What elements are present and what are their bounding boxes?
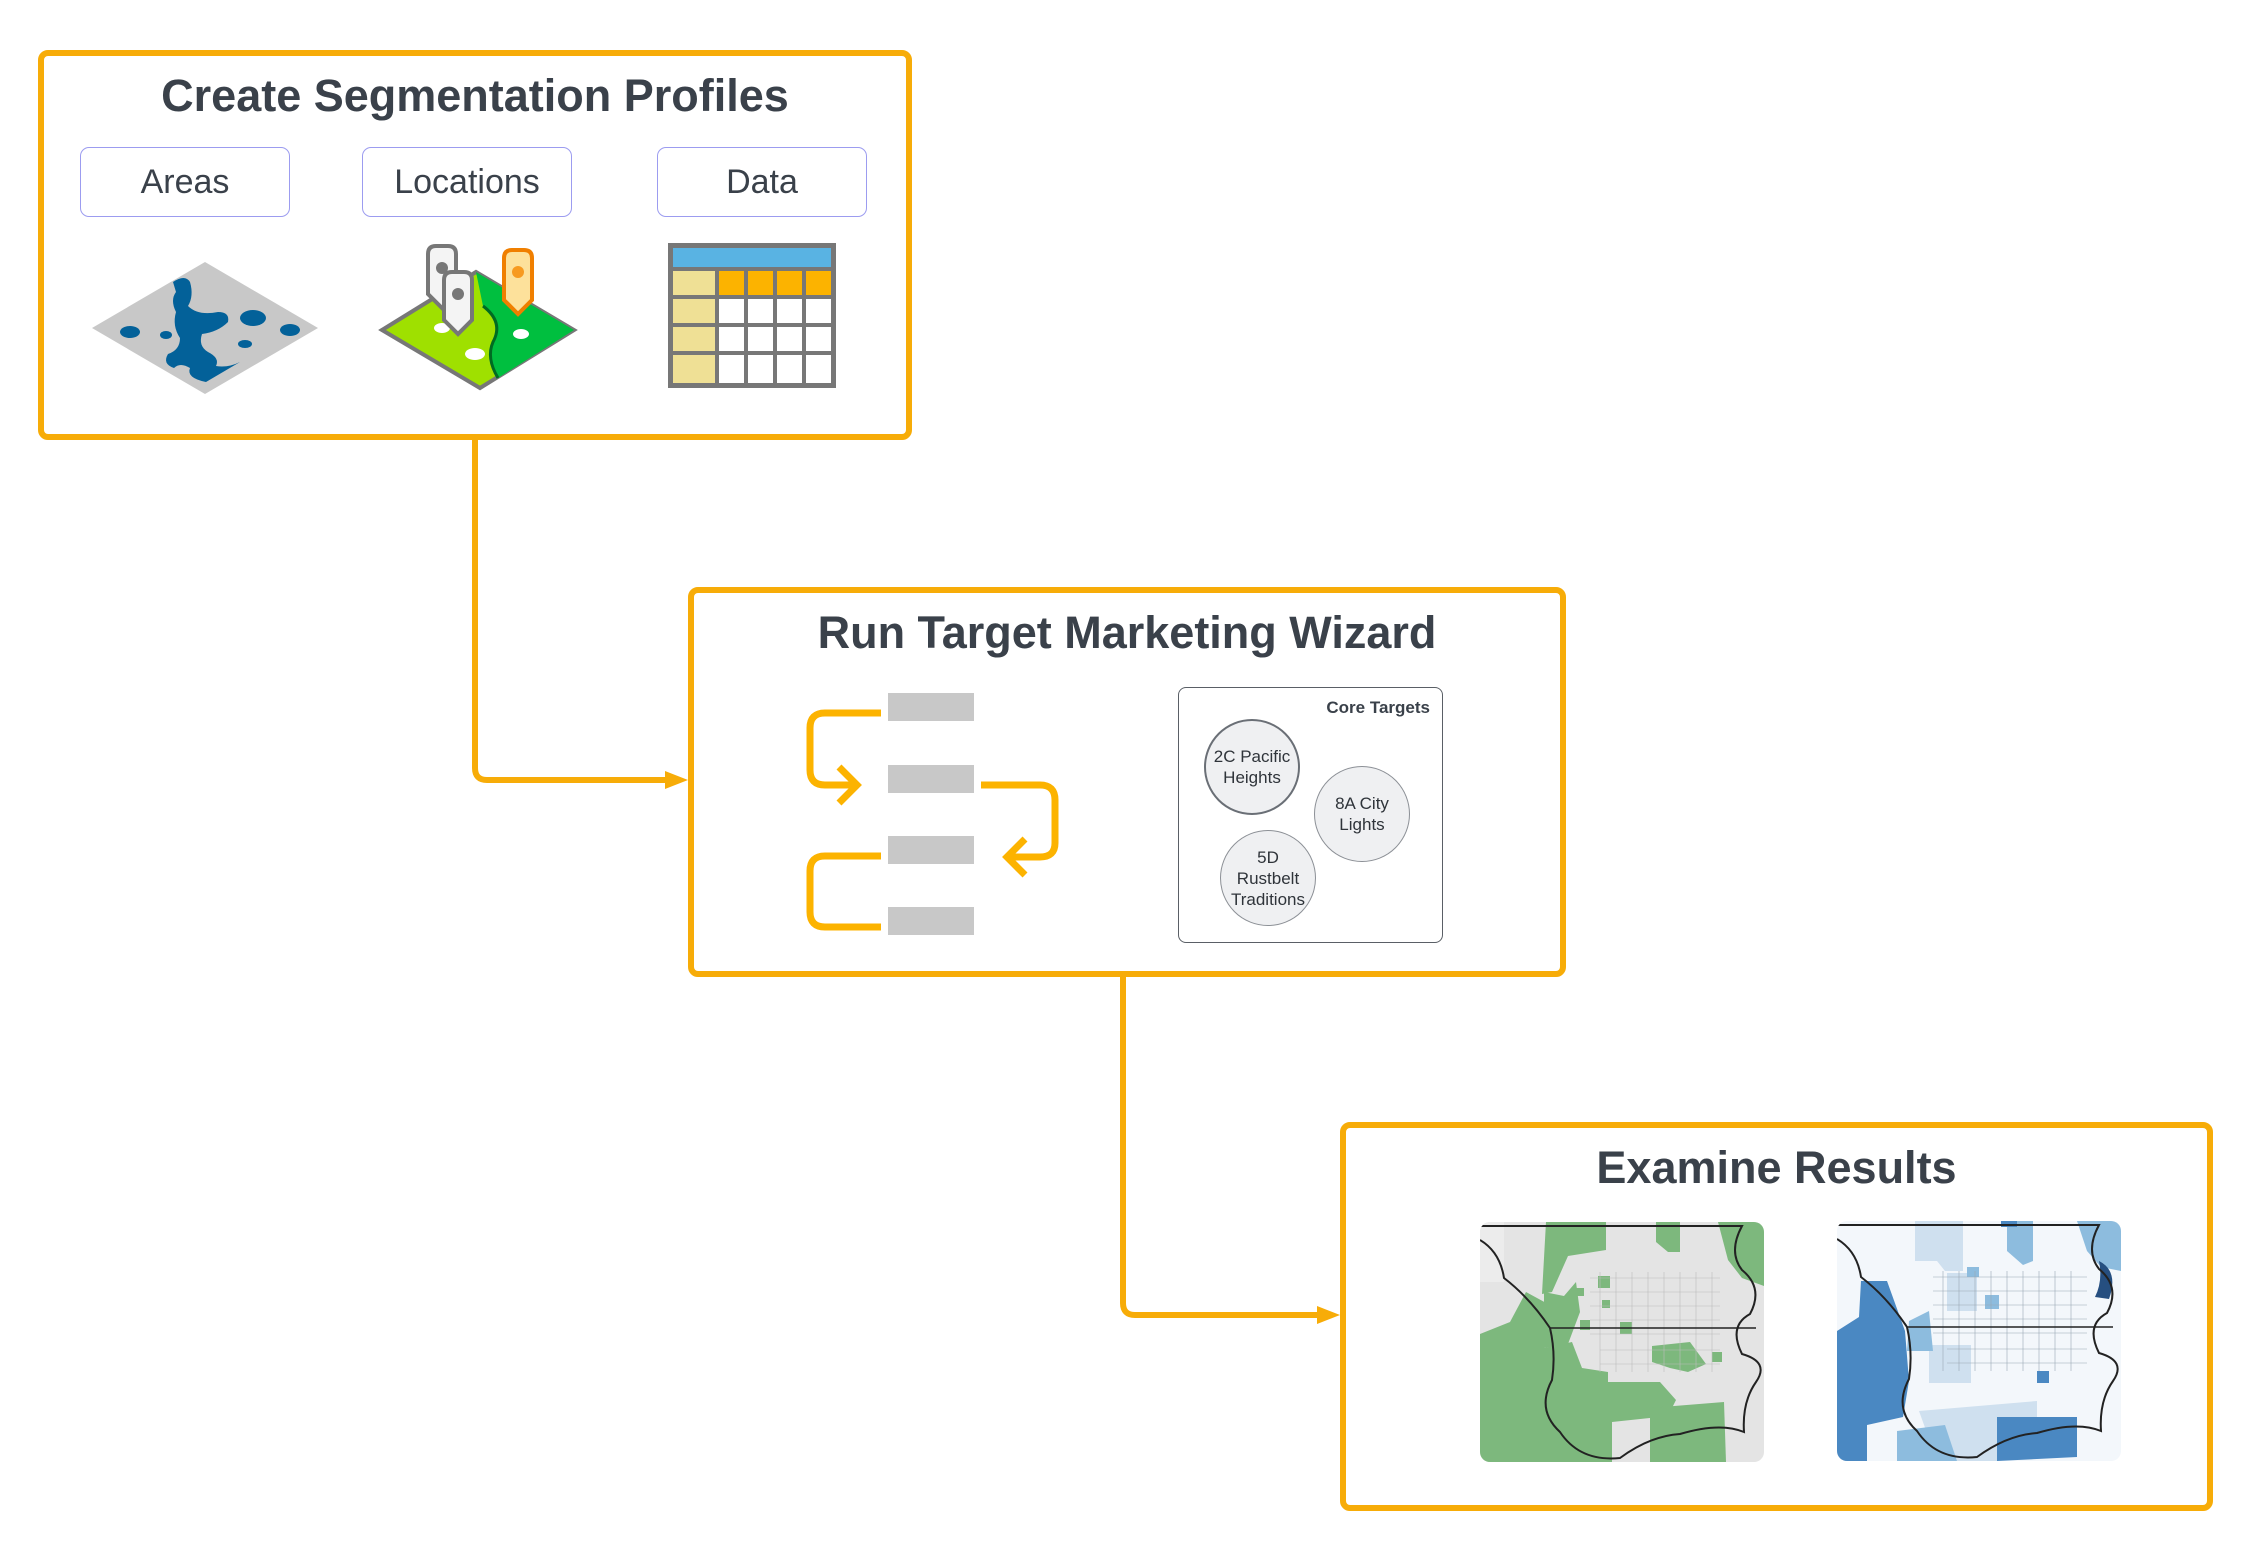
workflow-step-bar [888, 836, 974, 864]
locations-pins-icon [378, 244, 578, 391]
segment-map-green-icon[interactable] [1480, 1222, 1764, 1462]
segment-map-blue-icon[interactable] [1837, 1221, 2121, 1461]
segment-5d-rustbelt-traditions[interactable]: 5D Rustbelt Traditions [1220, 830, 1316, 926]
core-targets-title: Core Targets [1326, 698, 1430, 717]
stage-title: Run Target Marketing Wizard [817, 607, 1437, 658]
segment-label: Heights [1223, 768, 1281, 787]
wizard-workflow-icon [806, 693, 1059, 935]
segment-8a-city-lights[interactable]: 8A City Lights [1314, 766, 1410, 862]
segment-2c-pacific-heights[interactable]: 2C Pacific Heights [1204, 719, 1300, 815]
option-areas-button[interactable]: Areas [80, 147, 290, 217]
segment-label: Traditions [1230, 889, 1305, 909]
data-table-icon [668, 243, 836, 388]
option-data-button[interactable]: Data [657, 147, 867, 217]
segment-label: 5D [1257, 847, 1279, 867]
connector-1 [472, 437, 668, 783]
connector-1-arrowhead [665, 771, 688, 789]
stage-title: Create Segmentation Profiles [161, 70, 789, 121]
segment-label: Rustbelt [1236, 868, 1300, 888]
segment-label: Lights [1339, 815, 1385, 834]
workflow-step-bar [888, 693, 974, 721]
option-locations-button[interactable]: Locations [362, 147, 572, 217]
areas-map-icon [92, 262, 318, 394]
segment-label: 2C Pacific [1213, 747, 1291, 766]
connector-2 [1120, 973, 1320, 1318]
segment-label: 8A City [1335, 794, 1389, 813]
connector-2-arrowhead [1317, 1306, 1340, 1324]
workflow-step-bar [888, 907, 974, 935]
stage-title: Examine Results [1596, 1142, 1957, 1193]
workflow-step-bar [888, 765, 974, 793]
